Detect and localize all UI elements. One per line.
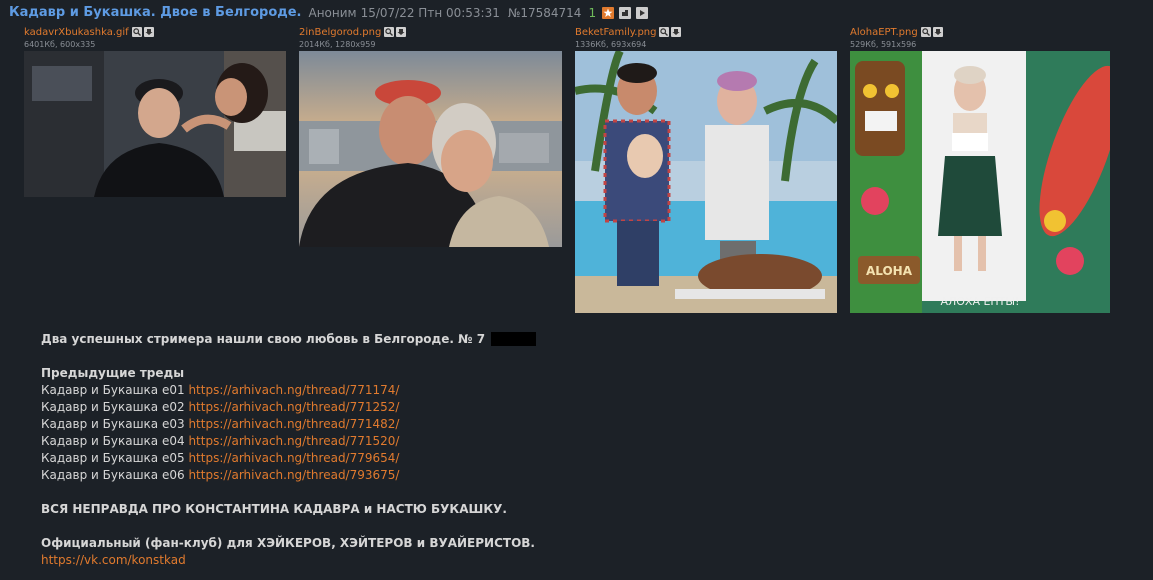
download-icon[interactable] bbox=[143, 27, 154, 37]
download-icon[interactable] bbox=[396, 27, 407, 37]
truth-line: ВСЯ НЕПРАВДА ПРО КОНСТАНТИНА КАДАВРА и Н… bbox=[41, 502, 507, 516]
thread-label: Кадавр и Букашка е01 bbox=[41, 383, 185, 397]
thread-link[interactable]: https://arhivach.ng/thread/771174/ bbox=[188, 383, 399, 397]
post-body: Два успешных стримера нашли свою любовь … bbox=[41, 331, 537, 569]
post-header: Кадавр и Букашка. Двое в Белгороде. Анон… bbox=[9, 5, 653, 20]
post-author: Аноним bbox=[308, 5, 357, 20]
thread-link[interactable]: https://arhivach.ng/thread/771252/ bbox=[188, 400, 399, 414]
thread-label: Кадавр и Букашка е04 bbox=[41, 434, 185, 448]
thread-link-row: Кадавр и Букашка е06 https://arhivach.ng… bbox=[41, 467, 536, 484]
post-number-link[interactable]: №17584714 bbox=[508, 6, 582, 20]
post-intro: Два успешных стримера нашли свою любовь … bbox=[41, 331, 537, 348]
thread-title: Кадавр и Букашка. Двое в Белгороде. bbox=[9, 5, 302, 20]
attachment-2: 2inBelgorod.png 2014Кб, 1280x959 bbox=[299, 26, 408, 49]
thread-link-row: Кадавр и Букашка е03 https://arhivach.ng… bbox=[41, 416, 536, 433]
aloha-sign-text: ALOHA bbox=[866, 264, 913, 278]
search-icon[interactable] bbox=[131, 27, 142, 37]
thread-link[interactable]: https://arhivach.ng/thread/771520/ bbox=[188, 434, 399, 448]
download-icon[interactable] bbox=[671, 27, 682, 37]
thumbnail-aloha[interactable]: ALOHA АЛОХА ЕПТЫ! bbox=[850, 51, 1110, 313]
attachment-filename-link[interactable]: kadavrXbukashka.gif bbox=[24, 27, 129, 38]
previous-threads-heading: Предыдущие треды bbox=[41, 366, 185, 380]
attachment-filename-link[interactable]: 2inBelgorod.png bbox=[299, 27, 381, 38]
post-counter: 1 bbox=[588, 5, 597, 20]
attachment-meta: 1336Кб, 693x694 bbox=[575, 40, 647, 49]
star-icon[interactable] bbox=[602, 6, 615, 19]
attachment-1: kadavrXbukashka.gif 6401Кб, 600x335 bbox=[24, 26, 156, 49]
club-link[interactable]: https://vk.com/konstkad bbox=[41, 553, 186, 567]
search-icon[interactable] bbox=[920, 27, 931, 37]
thumbnail-belgorod-couple[interactable] bbox=[299, 51, 562, 247]
play-icon[interactable] bbox=[636, 6, 649, 19]
club-line: Официальный (фан-клуб) для ХЭЙКЕРОВ, ХЭЙ… bbox=[41, 536, 535, 550]
post-date: 15/07/22 Птн 00:53:31 bbox=[360, 5, 500, 20]
post-intro-text: Два успешных стримера нашли свою любовь … bbox=[41, 332, 486, 346]
spoiler[interactable] bbox=[491, 332, 537, 346]
download-icon[interactable] bbox=[932, 27, 943, 37]
attachment-meta: 2014Кб, 1280x959 bbox=[299, 40, 376, 49]
thread-link[interactable]: https://arhivach.ng/thread/779654/ bbox=[188, 451, 399, 465]
search-icon[interactable] bbox=[659, 27, 670, 37]
thread-link-row: Кадавр и Букашка е02 https://arhivach.ng… bbox=[41, 399, 536, 416]
thumbnail-kadavr-bukashka[interactable] bbox=[24, 51, 286, 197]
attachment-filename-link[interactable]: BeketFamily.png bbox=[575, 27, 656, 38]
club-link-row: https://vk.com/konstkad bbox=[41, 552, 536, 569]
attachment-meta: 6401Кб, 600x335 bbox=[24, 40, 96, 49]
thumbnail-beket-family[interactable] bbox=[575, 51, 837, 313]
thread-label: Кадавр и Букашка е05 bbox=[41, 451, 185, 465]
thread-label: Кадавр и Букашка е02 bbox=[41, 400, 185, 414]
thread-link-row: Кадавр и Букашка е01 https://arhivach.ng… bbox=[41, 382, 536, 399]
hide-icon[interactable] bbox=[619, 6, 632, 19]
attachment-4: AlohaEPT.png 529Кб, 591x596 bbox=[850, 26, 945, 49]
aloha-caption-text: АЛОХА ЕПТЫ! bbox=[940, 295, 1019, 308]
thread-link-row: Кадавр и Букашка е05 https://arhivach.ng… bbox=[41, 450, 536, 467]
thread-label: Кадавр и Букашка е06 bbox=[41, 468, 185, 482]
thread-link[interactable]: https://arhivach.ng/thread/771482/ bbox=[188, 417, 399, 431]
thread-link-row: Кадавр и Букашка е04 https://arhivach.ng… bbox=[41, 433, 536, 450]
thread-link[interactable]: https://arhivach.ng/thread/793675/ bbox=[188, 468, 399, 482]
thread-label: Кадавр и Букашка е03 bbox=[41, 417, 185, 431]
attachment-meta: 529Кб, 591x596 bbox=[850, 40, 917, 49]
search-icon[interactable] bbox=[384, 27, 395, 37]
attachment-3: BeketFamily.png 1336Кб, 693x694 bbox=[575, 26, 683, 49]
attachment-filename-link[interactable]: AlohaEPT.png bbox=[850, 27, 918, 38]
